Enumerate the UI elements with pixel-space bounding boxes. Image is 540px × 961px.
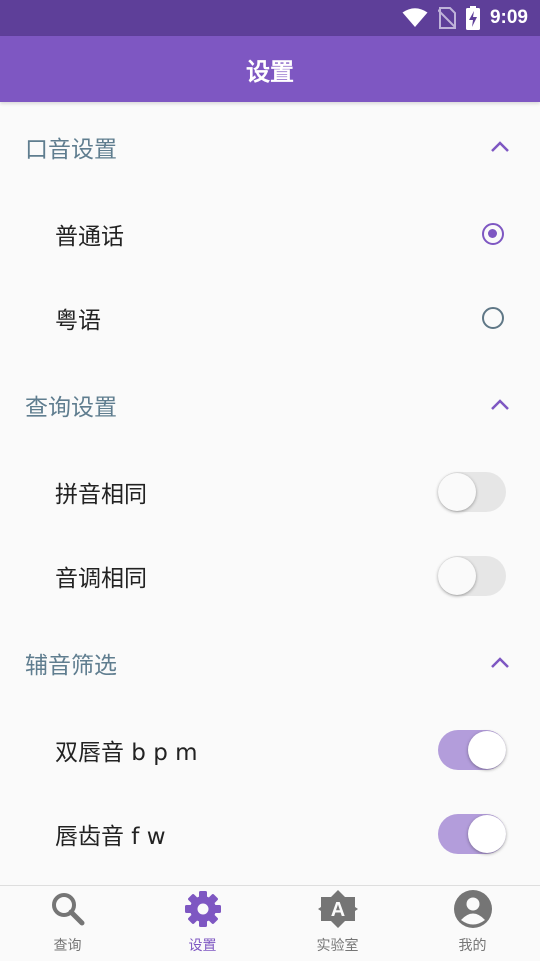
search-icon [48,889,88,933]
option-label: 音调相同 [55,566,147,592]
nav-label: 我的 [458,938,487,954]
switch-labiodental[interactable] [438,814,506,854]
option-label: 拼音相同 [55,482,147,508]
switch-same-pinyin[interactable] [438,472,506,512]
switch-same-tone[interactable] [438,556,506,596]
switch-thumb [438,557,476,595]
app-bar: 设置 [0,36,540,102]
section-title: 辅音筛选 [25,653,117,679]
nav-label: 设置 [188,938,217,954]
settings-list: 口音设置 普通话 粤语 查询设置 拼音相同 音调相同 辅音筛选 双唇音 b p … [0,102,540,885]
section-consonant: 辅音筛选 双唇音 b p m 唇齿音 f w [0,618,540,876]
switch-thumb [438,473,476,511]
status-time: 9:09 [489,7,528,28]
option-label: 唇齿音 f w [55,824,166,850]
account-icon [453,889,493,933]
section-accent: 口音设置 普通话 粤语 [0,102,540,360]
nav-mine[interactable]: 我的 [405,886,540,961]
radio-mandarin[interactable] [482,223,504,245]
option-labiodental[interactable]: 唇齿音 f w [0,792,540,876]
section-title: 口音设置 [25,137,117,163]
option-bilabial[interactable]: 双唇音 b p m [0,708,540,792]
chevron-up-icon[interactable] [490,138,510,157]
chevron-up-icon[interactable] [490,396,510,415]
status-bar: 9:09 [0,0,540,36]
nav-label: 实验室 [316,938,359,954]
option-label: 普通话 [55,224,124,250]
section-query: 查询设置 拼音相同 音调相同 [0,360,540,618]
radio-cantonese[interactable] [482,307,504,329]
switch-thumb [468,815,506,853]
lab-badge-icon: A [317,889,358,933]
bottom-nav: 查询 设置 A 实验室 我的 [0,885,540,961]
option-label: 双唇音 b p m [55,740,198,766]
option-cantonese[interactable]: 粤语 [0,276,540,360]
battery-charging-icon [465,6,480,30]
switch-bilabial[interactable] [438,730,506,770]
switch-thumb [468,731,506,769]
section-header-query[interactable]: 查询设置 [0,360,540,450]
option-same-pinyin[interactable]: 拼音相同 [0,450,540,534]
wifi-icon [402,8,428,28]
option-mandarin[interactable]: 普通话 [0,192,540,276]
nav-settings[interactable]: 设置 [135,886,270,961]
gear-icon [183,889,223,933]
no-sim-icon [437,7,456,29]
section-title: 查询设置 [25,395,117,421]
chevron-up-icon[interactable] [490,654,510,673]
nav-lab[interactable]: A 实验室 [270,886,405,961]
nav-query[interactable]: 查询 [0,886,135,961]
section-header-consonant[interactable]: 辅音筛选 [0,618,540,708]
option-same-tone[interactable]: 音调相同 [0,534,540,618]
nav-label: 查询 [53,938,82,954]
page-title: 设置 [246,57,294,86]
option-label: 粤语 [55,308,101,334]
section-header-accent[interactable]: 口音设置 [0,102,540,192]
svg-text:A: A [330,899,344,921]
